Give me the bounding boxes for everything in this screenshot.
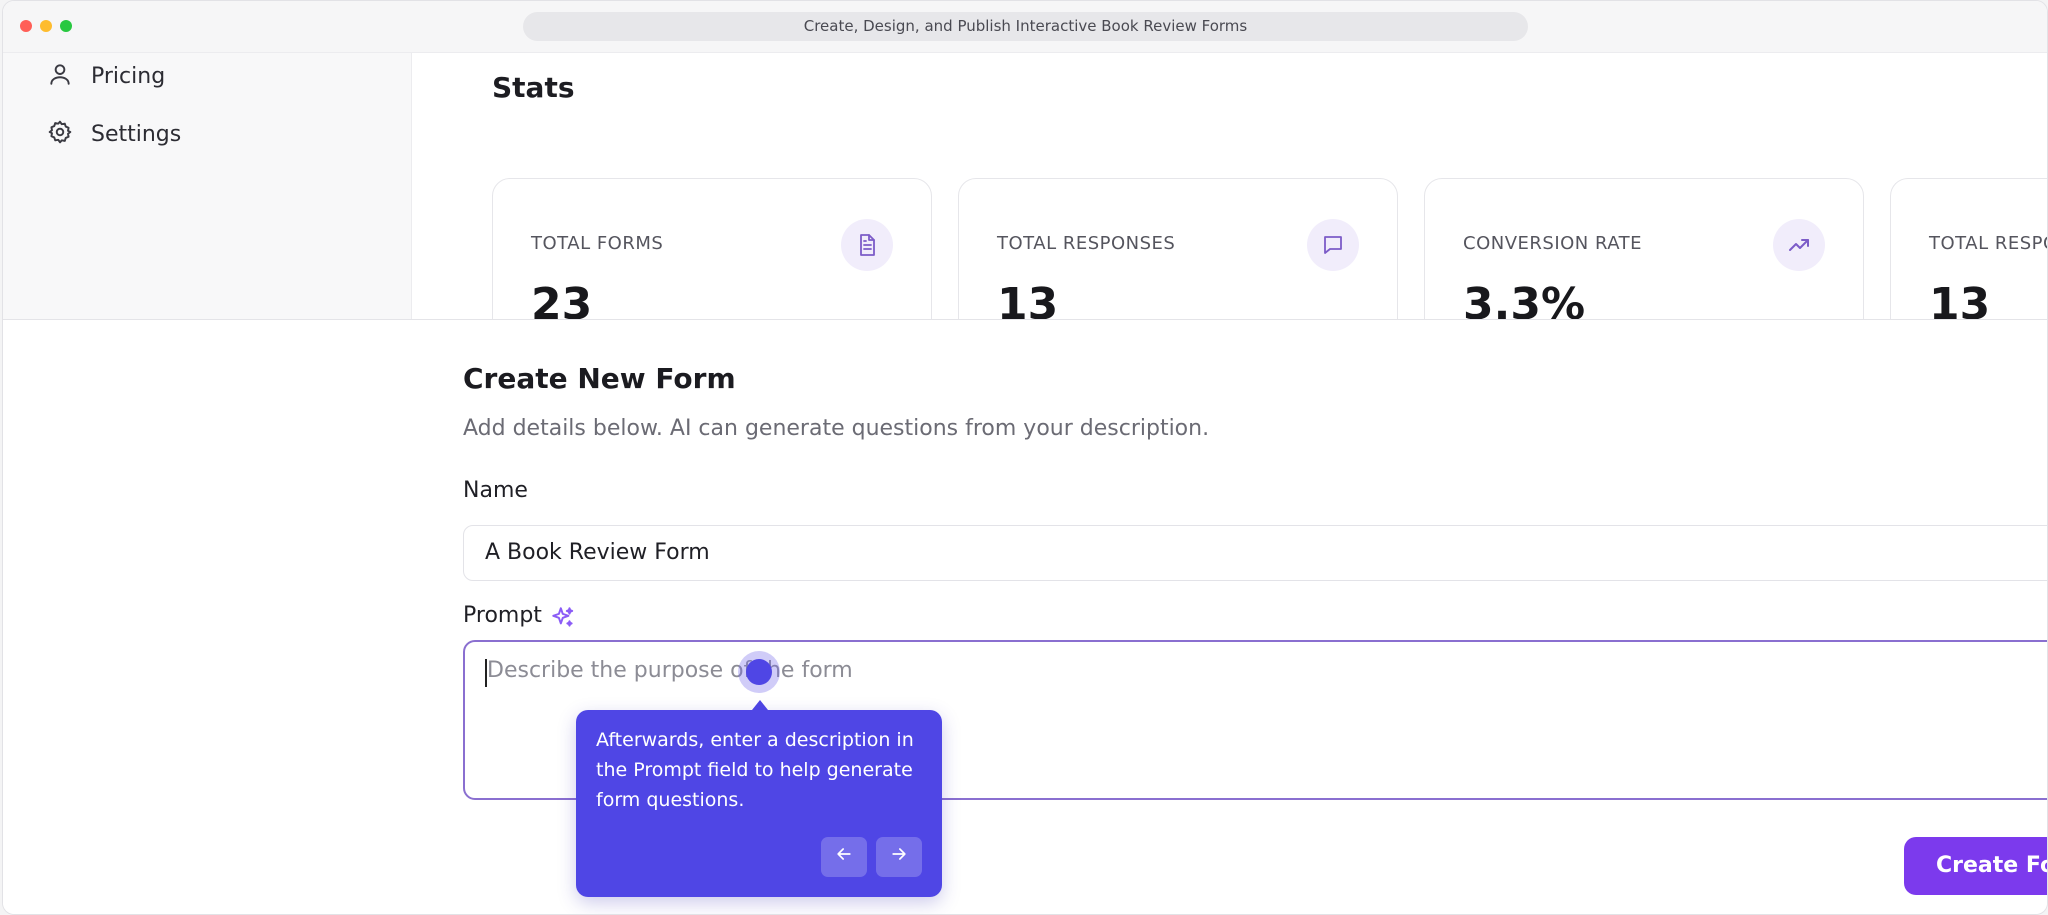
sidebar-item-label: Settings xyxy=(91,121,182,147)
guide-hotspot[interactable] xyxy=(746,659,772,685)
tooltip-previous-button[interactable] xyxy=(821,837,867,877)
arrow-right-icon xyxy=(889,844,909,870)
sidebar-item-settings[interactable]: Settings xyxy=(47,116,181,152)
document-icon xyxy=(841,219,893,271)
create-form-panel: Create New Form Add details below. AI ca… xyxy=(3,320,2047,914)
stat-label: CONVERSION RATE xyxy=(1463,233,1643,254)
minimize-window-button[interactable] xyxy=(40,20,52,32)
name-input[interactable]: A Book Review Form xyxy=(463,525,2047,581)
stats-section: Stats TOTAL FORMS 23 TOTAL RESPONSES 13 … xyxy=(412,53,2048,380)
gear-icon xyxy=(47,119,73,149)
address-bar[interactable]: Create, Design, and Publish Interactive … xyxy=(523,12,1528,41)
sidebar-item-pricing[interactable]: Pricing xyxy=(47,58,165,94)
prompt-label: Prompt xyxy=(463,603,542,628)
guide-tooltip: Afterwards, enter a description in the P… xyxy=(576,710,942,897)
tooltip-text: Afterwards, enter a description in the P… xyxy=(596,729,914,811)
title-bar: Create, Design, and Publish Interactive … xyxy=(3,1,2047,53)
arrow-left-icon xyxy=(834,844,854,870)
sidebar-item-label: Pricing xyxy=(91,63,166,89)
create-form-button[interactable]: Create Form xyxy=(1904,837,2047,895)
sidebar: Pricing Settings xyxy=(3,53,412,319)
form-description: Add details below. AI can generate quest… xyxy=(463,416,1210,441)
stat-label: TOTAL RESPO xyxy=(1929,233,2048,254)
prompt-placeholder: Describe the purpose of the form xyxy=(487,658,853,683)
trending-up-icon xyxy=(1773,219,1825,271)
close-window-button[interactable] xyxy=(20,20,32,32)
maximize-window-button[interactable] xyxy=(60,20,72,32)
chat-icon xyxy=(1307,219,1359,271)
tooltip-arrow xyxy=(752,700,768,710)
stats-title: Stats xyxy=(492,71,575,104)
stat-label: TOTAL FORMS xyxy=(531,233,664,254)
user-icon xyxy=(47,61,73,91)
tooltip-next-button[interactable] xyxy=(876,837,922,877)
stat-label: TOTAL RESPONSES xyxy=(997,233,1176,254)
app-window: Create, Design, and Publish Interactive … xyxy=(2,0,2048,915)
sparkle-icon xyxy=(550,605,576,631)
form-title: Create New Form xyxy=(463,362,736,395)
name-label: Name xyxy=(463,478,528,503)
